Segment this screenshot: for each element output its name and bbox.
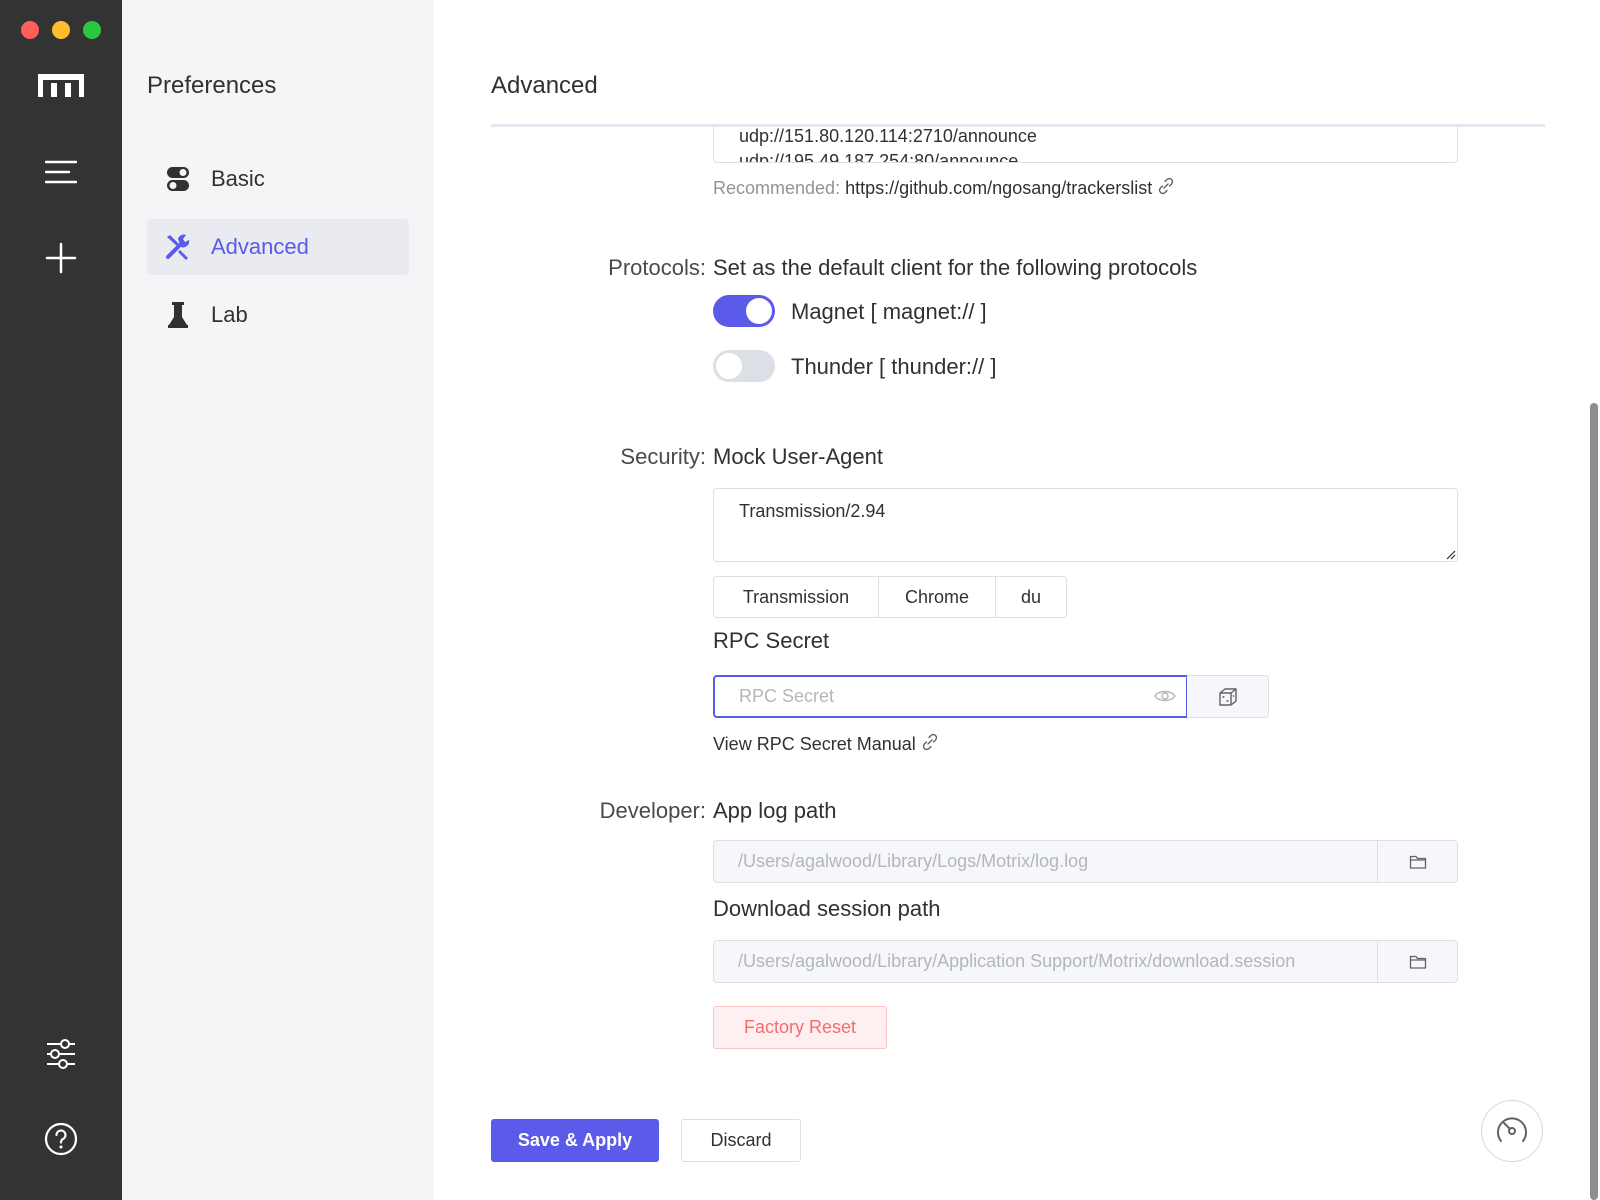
security-label: Security: bbox=[620, 444, 706, 469]
discard-button[interactable]: Discard bbox=[681, 1119, 801, 1162]
minimize-window-button[interactable] bbox=[52, 21, 70, 39]
link-icon bbox=[1159, 177, 1174, 195]
add-task-icon[interactable] bbox=[31, 238, 91, 278]
rpc-manual-text: View RPC Secret Manual bbox=[713, 734, 916, 754]
sidebar-item-advanced[interactable]: Advanced bbox=[147, 219, 409, 275]
preset-transmission-button[interactable]: Transmission bbox=[713, 576, 879, 618]
rpc-secret-manual-link[interactable]: View RPC Secret Manual bbox=[713, 733, 939, 755]
tracker-line: udp://195.49.187.254:80/announce bbox=[739, 151, 1019, 163]
sidebar-item-label: Lab bbox=[211, 302, 248, 327]
tracker-line: udp://151.80.120.114:2710/announce bbox=[739, 127, 1037, 146]
sidebar-item-lab[interactable]: Lab bbox=[147, 287, 409, 343]
folder-icon bbox=[1409, 855, 1426, 869]
preferences-sidebar: Preferences Basic Advanced Lab bbox=[122, 0, 434, 1200]
developer-label: Developer: bbox=[599, 798, 706, 823]
dice-icon bbox=[1218, 687, 1237, 706]
rpc-secret-input[interactable] bbox=[713, 675, 1188, 718]
motrix-logo-icon bbox=[31, 66, 91, 106]
rpc-secret-title: RPC Secret bbox=[713, 628, 830, 653]
trackerslist-link[interactable]: https://github.com/ngosang/trackerslist bbox=[845, 178, 1152, 198]
close-window-button[interactable] bbox=[21, 21, 39, 39]
session-path-input[interactable] bbox=[713, 940, 1378, 983]
user-agent-title: Mock User-Agent bbox=[713, 444, 883, 469]
zoom-window-button[interactable] bbox=[83, 21, 101, 39]
magnet-toggle-label: Magnet [ magnet:// ] bbox=[791, 299, 987, 324]
thunder-toggle-label: Thunder [ thunder:// ] bbox=[791, 354, 997, 379]
sidebar-item-label: Basic bbox=[211, 166, 265, 191]
open-log-folder-button[interactable] bbox=[1377, 840, 1458, 883]
menu-icon[interactable] bbox=[31, 152, 91, 192]
user-agent-presets: Transmission Chrome du bbox=[713, 576, 1067, 618]
preferences-sliders-icon[interactable] bbox=[31, 1034, 91, 1074]
settings-scroll-area[interactable]: udp://151.80.120.114:2710/announce udp:/… bbox=[434, 127, 1600, 1087]
open-session-folder-button[interactable] bbox=[1377, 940, 1458, 983]
session-path-title: Download session path bbox=[713, 896, 941, 921]
sidebar-item-basic[interactable]: Basic bbox=[147, 151, 409, 207]
app-rail bbox=[0, 0, 122, 1200]
recommended-label: Recommended: bbox=[713, 178, 841, 198]
link-icon bbox=[922, 733, 937, 751]
folder-icon bbox=[1409, 955, 1426, 969]
preset-chrome-button[interactable]: Chrome bbox=[878, 576, 996, 618]
main-panel: Advanced udp://151.80.120.114:2710/annou… bbox=[434, 0, 1600, 1200]
vertical-scrollbar[interactable] bbox=[1590, 403, 1598, 1200]
user-agent-textarea[interactable]: Transmission/2.94 bbox=[713, 488, 1458, 562]
flask-icon bbox=[163, 300, 193, 330]
tracker-hint: Recommended: https://github.com/ngosang/… bbox=[713, 177, 1175, 199]
protocols-label: Protocols: bbox=[608, 255, 706, 280]
app-log-path-input[interactable] bbox=[713, 840, 1378, 883]
sidebar-title: Preferences bbox=[147, 72, 277, 99]
eye-icon[interactable] bbox=[1152, 683, 1178, 709]
help-icon[interactable] bbox=[31, 1119, 91, 1159]
speedometer-button[interactable] bbox=[1481, 1100, 1543, 1162]
speedometer-icon bbox=[1497, 1117, 1527, 1142]
preset-du-button[interactable]: du bbox=[995, 576, 1067, 618]
save-apply-button[interactable]: Save & Apply bbox=[491, 1119, 659, 1162]
tools-icon bbox=[163, 232, 193, 262]
sidebar-item-label: Advanced bbox=[211, 234, 309, 259]
magnet-toggle[interactable] bbox=[713, 295, 775, 327]
protocols-description: Set as the default client for the follow… bbox=[713, 255, 1198, 280]
app-log-path-title: App log path bbox=[713, 798, 837, 823]
factory-reset-button[interactable]: Factory Reset bbox=[713, 1006, 887, 1049]
thunder-toggle[interactable] bbox=[713, 350, 775, 382]
generate-secret-button[interactable] bbox=[1187, 675, 1269, 718]
page-title: Advanced bbox=[491, 72, 598, 99]
resize-grip-icon[interactable] bbox=[1444, 548, 1456, 560]
toggle-icon bbox=[163, 164, 193, 194]
tracker-textarea[interactable]: udp://151.80.120.114:2710/announce udp:/… bbox=[713, 127, 1458, 163]
